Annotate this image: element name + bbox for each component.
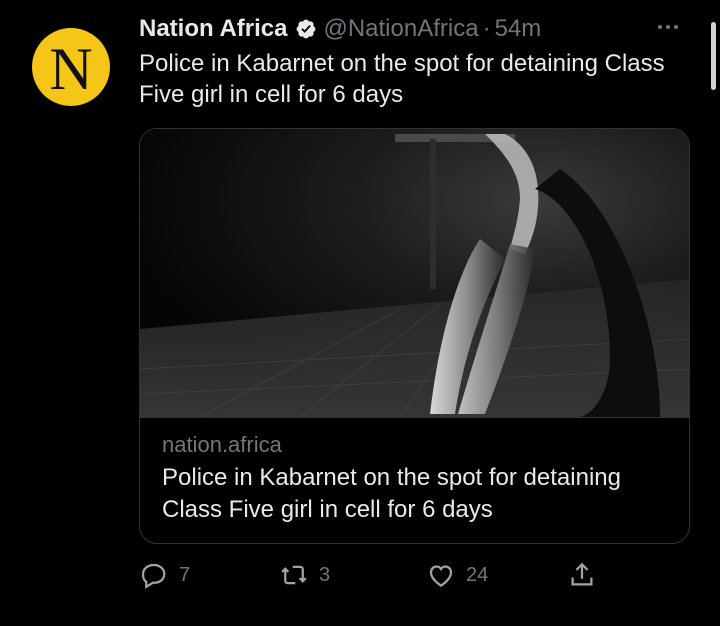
tweet-text: Police in Kabarnet on the spot for detai…: [139, 50, 665, 108]
share-button[interactable]: [567, 560, 597, 590]
link-card[interactable]: nation.africa Police in Kabarnet on the …: [139, 128, 690, 544]
timestamp[interactable]: 54m: [495, 15, 542, 43]
author-name[interactable]: Nation Africa: [139, 15, 287, 43]
author-handle[interactable]: @NationAfrica: [323, 15, 478, 43]
more-icon[interactable]: [648, 12, 688, 42]
card-title: Police in Kabarnet on the spot for detai…: [162, 464, 621, 523]
verified-badge-icon: [295, 18, 317, 40]
retweet-count: 3: [319, 563, 331, 586]
card-body: nation.africa Police in Kabarnet on the …: [140, 417, 689, 526]
avatar[interactable]: N: [32, 28, 110, 106]
tweet-actions: 7 3 24: [139, 560, 619, 596]
like-button[interactable]: 24: [426, 560, 488, 590]
scrollbar[interactable]: [711, 22, 716, 90]
reply-count: 7: [179, 563, 191, 586]
share-icon: [571, 562, 593, 586]
tweet[interactable]: N Nation Africa @NationAfrica · 54m Poli…: [0, 0, 720, 626]
reply-icon: [141, 563, 166, 589]
retweet-icon: [281, 565, 307, 585]
retweet-button[interactable]: 3: [279, 560, 330, 590]
reply-button[interactable]: 7: [139, 560, 190, 590]
like-icon: [429, 565, 453, 587]
card-image: [140, 129, 689, 417]
card-domain: nation.africa: [162, 432, 282, 457]
tweet-header: Nation Africa @NationAfrica · 54m: [139, 12, 660, 46]
avatar-letter: N: [49, 36, 93, 102]
separator-dot: ·: [482, 15, 491, 42]
like-count: 24: [466, 563, 489, 586]
